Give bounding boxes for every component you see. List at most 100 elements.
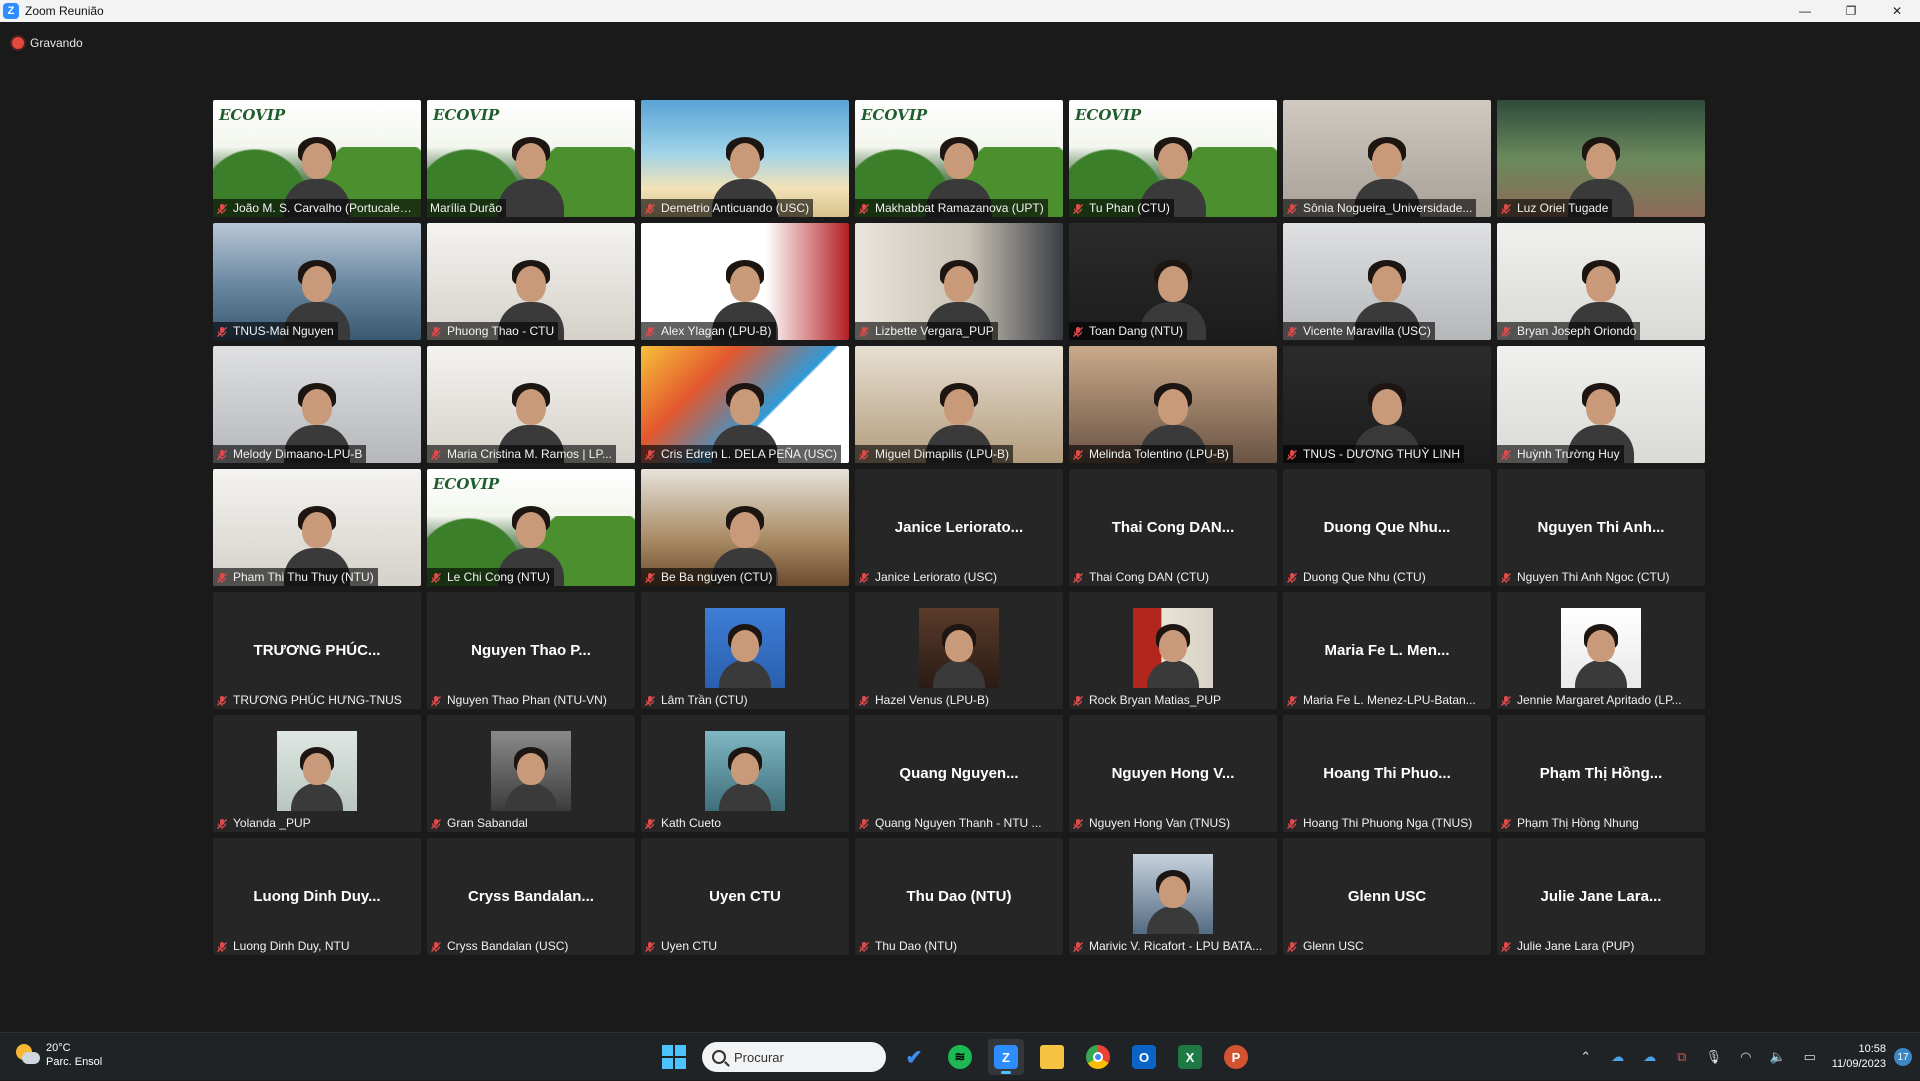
participant-name-bar: Be Ba nguyen (CTU) — [641, 568, 777, 586]
minimize-button[interactable]: — — [1782, 0, 1828, 22]
recording-indicator[interactable]: Gravando — [12, 36, 83, 50]
zoom-app[interactable]: Z — [988, 1039, 1024, 1075]
participant-tile[interactable]: Nguyen Thao P... Nguyen Thao Phan (NTU-VN… — [427, 592, 635, 709]
participant-tile[interactable]: Sônia Nogueira_Universidade... — [1283, 100, 1491, 217]
participant-name: Bryan Joseph Oriondo — [1517, 324, 1637, 338]
start-button[interactable] — [656, 1039, 692, 1075]
app-tray-icon[interactable]: ⧉ — [1666, 1033, 1698, 1081]
speaker-icon[interactable]: 🔈 — [1762, 1033, 1794, 1081]
notification-badge[interactable]: 17 — [1894, 1048, 1912, 1066]
participant-tile[interactable]: Melody Dimaano-LPU-B — [213, 346, 421, 463]
participant-tile[interactable]: ECOVIP Tu Phan (CTU) — [1069, 100, 1277, 217]
participant-tile[interactable]: Quang Nguyen... Quang Nguyen Thanh - NTU … — [855, 715, 1063, 832]
participant-tile[interactable]: ECOVIP Le Chi Cong (NTU) — [427, 469, 635, 586]
mic-muted-icon — [858, 571, 870, 583]
participant-display-name: Maria Fe L. Men... — [1324, 642, 1450, 659]
participant-display-name: Duong Que Nhu... — [1323, 519, 1451, 536]
mic-muted-icon — [1072, 940, 1084, 952]
participant-tile[interactable]: Nguyen Hong V... Nguyen Hong Van (TNUS) — [1069, 715, 1277, 832]
participant-display-name: Phạm Thị Hồng... — [1539, 765, 1663, 782]
weather-widget[interactable]: 20°C Parc. Ensol — [14, 1041, 102, 1069]
profile-picture — [1133, 854, 1213, 934]
mic-muted-icon — [1500, 571, 1512, 583]
participant-tile[interactable]: Alex Ylagan (LPU-B) — [641, 223, 849, 340]
participant-tile[interactable]: Duong Que Nhu... Duong Que Nhu (CTU) — [1283, 469, 1491, 586]
participant-name: Yolanda _PUP — [233, 816, 311, 830]
taskbar-search[interactable]: Procurar — [702, 1042, 886, 1072]
participant-tile[interactable]: TRƯƠNG PHÚC... TRƯƠNG PHÚC HƯNG-TNUS — [213, 592, 421, 709]
participant-tile[interactable]: Marivic V. Ricafort - LPU BATA... — [1069, 838, 1277, 955]
participant-tile[interactable]: Julie Jane Lara... Julie Jane Lara (PUP) — [1497, 838, 1705, 955]
participant-tile[interactable]: Huỳnh Trường Huy — [1497, 346, 1705, 463]
participant-tile[interactable]: Kath Cueto — [641, 715, 849, 832]
clock[interactable]: 10:58 11/09/2023 — [1832, 1042, 1886, 1072]
participant-tile[interactable]: Cris Edren L. DELA PEÑA (USC) — [641, 346, 849, 463]
participant-tile[interactable]: Phuong Thao - CTU — [427, 223, 635, 340]
participant-tile[interactable]: ECOVIP João M. S. Carvalho (Portucalens..… — [213, 100, 421, 217]
onedrive-personal-icon[interactable]: ☁ — [1634, 1033, 1666, 1081]
participant-tile[interactable]: Be Ba nguyen (CTU) — [641, 469, 849, 586]
onedrive-icon[interactable]: ☁ — [1602, 1033, 1634, 1081]
participant-name-bar: Sônia Nogueira_Universidade... — [1283, 199, 1477, 217]
participant-name-bar: Marília Durão — [427, 199, 507, 217]
participant-tile[interactable]: Luz Oriel Tugade — [1497, 100, 1705, 217]
participant-tile[interactable]: ECOVIP Makhabbat Ramazanova (UPT) — [855, 100, 1063, 217]
participant-tile[interactable]: Phạm Thị Hồng... Phạm Thị Hồng Nhung — [1497, 715, 1705, 832]
participant-tile[interactable]: Hazel Venus (LPU-B) — [855, 592, 1063, 709]
participant-tile[interactable]: Hoang Thi Phuo... Hoang Thi Phuong Nga (T… — [1283, 715, 1491, 832]
todo-app[interactable]: ✔ — [896, 1039, 932, 1075]
participant-tile[interactable]: Nguyen Thi Anh... Nguyen Thi Anh Ngoc (CT… — [1497, 469, 1705, 586]
participant-name-bar: Julie Jane Lara (PUP) — [1497, 937, 1638, 955]
participant-tile[interactable]: Luong Dinh Duy... Luong Dinh Duy, NTU — [213, 838, 421, 955]
participant-name: Miguel Dimapilis (LPU-B) — [875, 447, 1010, 461]
participant-name: Maria Cristina M. Ramos | LP... — [447, 447, 612, 461]
chevron-up-icon[interactable]: ⌃ — [1570, 1033, 1602, 1081]
outlook-app[interactable]: O — [1126, 1039, 1162, 1075]
participant-tile[interactable]: Melinda Tolentino (LPU-B) — [1069, 346, 1277, 463]
mic-muted-icon — [1286, 325, 1298, 337]
participant-tile[interactable]: Pham Thi Thu Thuy (NTU) — [213, 469, 421, 586]
participant-tile[interactable]: TNUS - DƯƠNG THUỲ LINH — [1283, 346, 1491, 463]
participant-tile[interactable]: Gran Sabandal — [427, 715, 635, 832]
file-explorer-app[interactable] — [1034, 1039, 1070, 1075]
participant-tile[interactable]: Maria Fe L. Men... Maria Fe L. Menez-LPU-… — [1283, 592, 1491, 709]
participant-tile[interactable]: Maria Cristina M. Ramos | LP... — [427, 346, 635, 463]
participant-name: TNUS-Mai Nguyen — [233, 324, 334, 338]
battery-icon[interactable]: ▭ — [1794, 1033, 1826, 1081]
participant-tile[interactable]: Uyen CTU Uyen CTU — [641, 838, 849, 955]
participant-tile[interactable]: Rock Bryan Matias_PUP — [1069, 592, 1277, 709]
participant-name-bar: Melinda Tolentino (LPU-B) — [1069, 445, 1233, 463]
chrome-app[interactable] — [1080, 1039, 1116, 1075]
zoom-icon: Z — [994, 1045, 1018, 1069]
close-button[interactable]: ✕ — [1874, 0, 1920, 22]
powerpoint-app[interactable]: P — [1218, 1039, 1254, 1075]
participant-tile[interactable]: Toan Dang (NTU) — [1069, 223, 1277, 340]
participant-tile[interactable]: Lizbette Vergara_PUP — [855, 223, 1063, 340]
participant-tile[interactable]: ECOVIP Marília Durão — [427, 100, 635, 217]
wifi-icon[interactable]: ◠ — [1730, 1033, 1762, 1081]
participant-name-bar: Makhabbat Ramazanova (UPT) — [855, 199, 1048, 217]
participant-tile[interactable]: Vicente Maravilla (USC) — [1283, 223, 1491, 340]
participant-tile[interactable]: TNUS-Mai Nguyen — [213, 223, 421, 340]
participant-tile[interactable]: Yolanda _PUP — [213, 715, 421, 832]
excel-app[interactable]: X — [1172, 1039, 1208, 1075]
participant-name: Nguyen Thao Phan (NTU-VN) — [447, 693, 607, 707]
participant-tile[interactable]: Lâm Trần (CTU) — [641, 592, 849, 709]
participant-tile[interactable]: Demetrio Anticuando (USC) — [641, 100, 849, 217]
microphone-icon[interactable]: 🎙 — [1698, 1033, 1730, 1081]
participant-tile[interactable]: Thu Dao (NTU) Thu Dao (NTU) — [855, 838, 1063, 955]
participant-name: Hoang Thi Phuong Nga (TNUS) — [1303, 816, 1473, 830]
maximize-button[interactable]: ❐ — [1828, 0, 1874, 22]
participant-tile[interactable]: Jennie Margaret Apritado (LP... — [1497, 592, 1705, 709]
mic-muted-icon — [430, 571, 442, 583]
participant-name: Nguyen Hong Van (TNUS) — [1089, 816, 1231, 830]
participant-tile[interactable]: Bryan Joseph Oriondo — [1497, 223, 1705, 340]
participant-tile[interactable]: Thai Cong DAN... Thai Cong DAN (CTU) — [1069, 469, 1277, 586]
participant-tile[interactable]: Janice Leriorato... Janice Leriorato (USC… — [855, 469, 1063, 586]
participant-name-bar: Lâm Trần (CTU) — [641, 691, 752, 709]
record-icon — [12, 37, 24, 49]
participant-tile[interactable]: Cryss Bandalan... Cryss Bandalan (USC) — [427, 838, 635, 955]
participant-tile[interactable]: Glenn USC Glenn USC — [1283, 838, 1491, 955]
spotify-app[interactable]: ≋ — [942, 1039, 978, 1075]
participant-tile[interactable]: Miguel Dimapilis (LPU-B) — [855, 346, 1063, 463]
